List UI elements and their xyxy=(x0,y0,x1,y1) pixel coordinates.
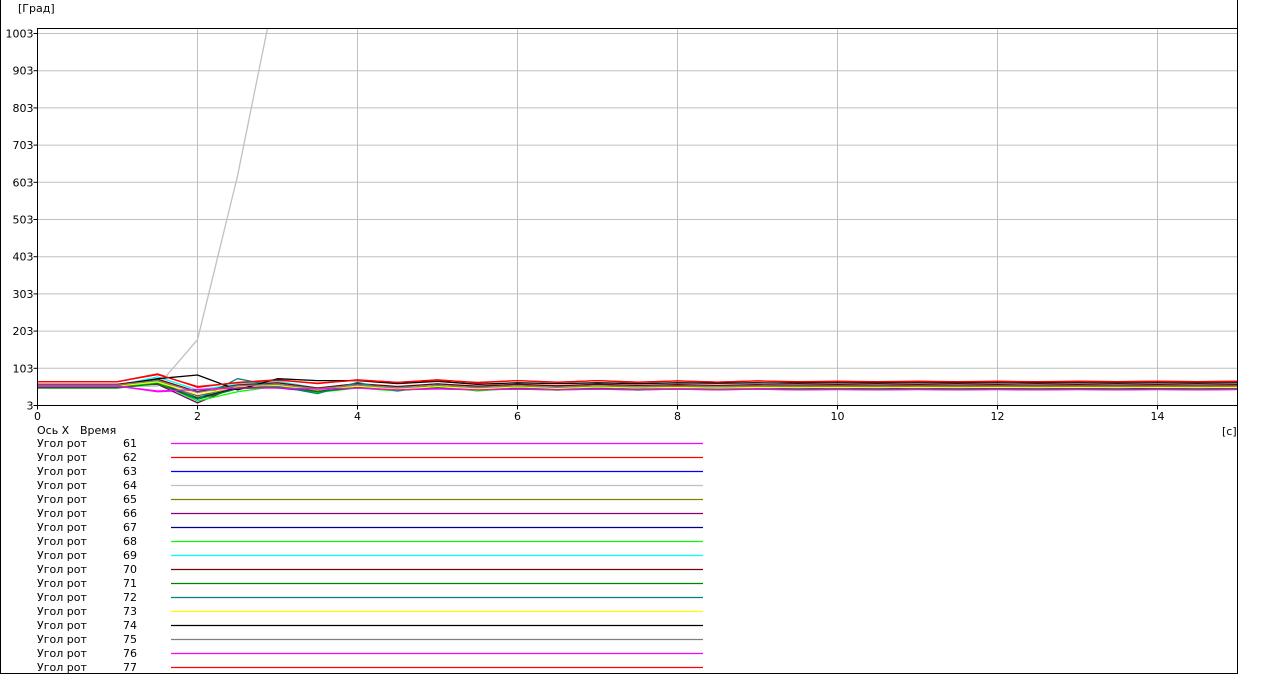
legend-item: Угол рот 67 xyxy=(37,521,703,534)
legend-series-name: Угол рот xyxy=(37,465,87,478)
legend-series-id: 74 xyxy=(123,619,137,632)
x-tick-label: 10 xyxy=(831,410,845,423)
legend-series-id: 66 xyxy=(123,507,137,520)
legend-item: Угол рот 72 xyxy=(37,591,703,604)
legend-series-name: Угол рот xyxy=(37,437,87,450)
legend-item: Угол рот 71 xyxy=(37,577,703,590)
legend-series-name: Угол рот xyxy=(37,577,87,590)
y-tick-label: 103 xyxy=(13,362,34,375)
x-tick-label: 2 xyxy=(194,410,201,423)
legend-series-id: 76 xyxy=(123,647,137,660)
y-tick-label: 303 xyxy=(13,288,34,301)
legend-series-id: 68 xyxy=(123,535,137,548)
legend-item: Угол рот 73 xyxy=(37,605,703,618)
legend-item: Угол рот 66 xyxy=(37,507,703,520)
legend-series-id: 75 xyxy=(123,633,137,646)
legend-item: Угол рот 61 xyxy=(37,437,703,450)
legend-item: Угол рот 68 xyxy=(37,535,703,548)
legend-series-id: 70 xyxy=(123,563,137,576)
legend-item: Угол рот 74 xyxy=(37,619,703,632)
legend-item: Угол рот 70 xyxy=(37,563,703,576)
y-tick-label: 203 xyxy=(13,325,34,338)
legend-series-id: 73 xyxy=(123,605,137,618)
legend-item: Угол рот 77 xyxy=(37,661,703,674)
legend-axis-header: Ось X xyxy=(37,424,70,437)
legend-series-name: Угол рот xyxy=(37,591,87,604)
x-tick-label: 14 xyxy=(1151,410,1165,423)
line-chart: 310320330340350360370380390310030 2 4 6 8 10 1… xyxy=(0,0,1238,674)
legend-series-id: 72 xyxy=(123,591,137,604)
legend-series-name: Угол рот xyxy=(37,647,87,660)
legend-series-name: Угол рот xyxy=(37,507,87,520)
plot-frame xyxy=(37,28,1238,406)
legend-series-name: Угол рот xyxy=(37,493,87,506)
legend-series-name: Угол рот xyxy=(37,521,87,534)
legend-item: Угол рот 75 xyxy=(37,633,703,646)
x-axis-label: [c] xyxy=(1222,425,1237,438)
x-tick-label: 0 xyxy=(34,410,41,423)
legend-series-name: Угол рот xyxy=(37,563,87,576)
legend-series-name: Угол рот xyxy=(37,661,87,674)
series-line-64 xyxy=(37,28,269,387)
x-tick-label: 8 xyxy=(674,410,681,423)
y-tick-label: 1003 xyxy=(6,28,34,41)
legend-name-header: Время xyxy=(80,424,116,437)
y-axis-label: [Град] xyxy=(18,2,55,15)
chart-window: 3 103 203 303 403 503 603 703 803 903 1003 0 2 4 6 8 10 1… xyxy=(0,0,1277,696)
x-tick-label: 6 xyxy=(514,410,521,423)
legend-series-name: Угол рот xyxy=(37,633,87,646)
legend-series-name: Угол рот xyxy=(37,535,87,548)
legend-series-name: Угол рот xyxy=(37,549,87,562)
legend-series-id: 63 xyxy=(123,465,137,478)
y-tick-label: 403 xyxy=(13,251,34,264)
legend-series-id: 65 xyxy=(123,493,137,506)
legend-item: Угол рот 64 xyxy=(37,479,703,492)
legend-series-id: 62 xyxy=(123,451,137,464)
legend-item: Угол рот 65 xyxy=(37,493,703,506)
y-tick-label: 3 xyxy=(27,400,34,413)
legend-series-id: 77 xyxy=(123,661,137,674)
legend-series-id: 67 xyxy=(123,521,137,534)
legend-item: Угол рот 62 xyxy=(37,451,703,464)
legend-item: Угол рот 63 xyxy=(37,465,703,478)
y-tick-label: 803 xyxy=(13,102,34,115)
legend-series-id: 64 xyxy=(123,479,137,492)
x-tick-label: 12 xyxy=(991,410,1005,423)
y-tick-label: 603 xyxy=(13,176,34,189)
legend-series-name: Угол рот xyxy=(37,605,87,618)
legend-series-name: Угол рот xyxy=(37,479,87,492)
y-tick-label: 703 xyxy=(13,139,34,152)
legend-series-id: 61 xyxy=(123,437,137,450)
legend-series-name: Угол рот xyxy=(37,451,87,464)
legend-item: Угол рот 69 xyxy=(37,549,703,562)
y-tick-label: 903 xyxy=(13,65,34,78)
x-tick-label: 4 xyxy=(354,410,361,423)
legend-series-id: 71 xyxy=(123,577,137,590)
y-tick-label: 503 xyxy=(13,214,34,227)
legend-series-name: Угол рот xyxy=(37,619,87,632)
legend-series-id: 69 xyxy=(123,549,137,562)
legend-item: Угол рот 76 xyxy=(37,647,703,660)
